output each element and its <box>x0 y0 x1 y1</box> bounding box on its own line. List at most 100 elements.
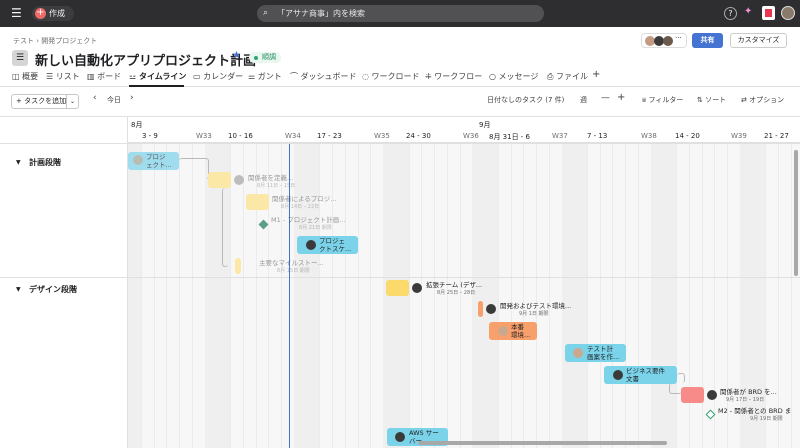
breadcrumb-item[interactable]: 開発プロジェクト <box>41 37 97 45</box>
task-bar[interactable] <box>208 172 231 188</box>
app-icon[interactable] <box>762 6 775 20</box>
task-bar[interactable] <box>386 280 409 296</box>
tab-messages[interactable]: ○ メッセージ <box>489 71 538 82</box>
zoom-select[interactable]: 週 <box>580 95 587 105</box>
tab-board[interactable]: ▥ ボード <box>87 71 121 82</box>
share-button[interactable]: 共有 <box>692 33 723 48</box>
task-label: 関係者を定義... <box>248 174 294 182</box>
timeline-area: ▼ 計画段階 ▼ デザイン段階 8月 9月 3 - 9 W33 10 - 16 … <box>0 116 800 448</box>
day-gridline <box>790 144 792 448</box>
hamburger-menu-icon[interactable]: ☰ <box>11 6 22 20</box>
day-gridline <box>408 144 410 448</box>
add-tab-icon[interactable]: + <box>592 69 600 80</box>
day-gridline <box>548 144 550 448</box>
options-button[interactable]: ⇄ オプション <box>741 95 784 105</box>
project-list-icon[interactable]: ☰ <box>12 50 28 66</box>
sort-button[interactable]: ⇅ ソート <box>697 95 726 105</box>
options-label: オプション <box>749 96 785 104</box>
section-planning[interactable]: 計画段階 <box>29 157 61 168</box>
unscheduled-tasks-button[interactable]: 日付なしのタスク (7 件) <box>487 95 564 105</box>
milestone-date: 8月 21日 期限 <box>299 225 332 231</box>
add-task-button[interactable]: + タスクを追加 ⌄ <box>11 94 79 109</box>
week-number: W33 <box>196 132 212 140</box>
task-bar[interactable] <box>246 194 269 210</box>
zoom-in-icon[interactable]: + <box>617 92 625 103</box>
task-bar[interactable] <box>235 258 241 274</box>
next-icon[interactable]: › <box>130 93 134 103</box>
tab-label: カレンダー <box>203 72 244 81</box>
section-design[interactable]: デザイン段階 <box>29 284 77 295</box>
timeline-icon: ⚍ <box>129 72 139 81</box>
tab-timeline[interactable]: ⚍ タイムライン <box>129 71 186 82</box>
gantt-icon: ⚌ <box>248 72 258 81</box>
collapse-icon[interactable]: ▼ <box>16 159 21 166</box>
horizontal-scrollbar[interactable] <box>418 441 667 445</box>
month-label: 9月 <box>479 121 491 129</box>
task-bar[interactable]: テスト計 画案を作... <box>565 344 626 362</box>
task-label: プロジェ クトスケ... <box>319 237 352 253</box>
help-icon[interactable]: ? <box>724 7 737 20</box>
timeline-canvas[interactable]: プロジ ェクト... 関係者を定義... 8月 11日 – 15日 関係者による… <box>128 144 800 448</box>
customize-button[interactable]: カスタマイズ <box>730 33 787 48</box>
task-date: 9月 1日 期限 <box>519 311 549 317</box>
tab-files[interactable]: ⎙ ファイル <box>547 71 588 82</box>
star-icon[interactable]: ★ <box>232 50 241 61</box>
task-bar[interactable]: ビジネス要件 文書 <box>604 366 677 384</box>
day-gridline <box>612 144 614 448</box>
tab-label: タイムライン <box>138 72 187 81</box>
milestone-diamond[interactable] <box>258 219 269 230</box>
week-number: W35 <box>374 132 390 140</box>
member-facepile[interactable]: ··· <box>641 33 687 48</box>
tab-label: リスト <box>55 72 80 81</box>
breadcrumb-separator: › <box>36 37 40 45</box>
task-bar[interactable]: 本番 環境... <box>489 322 537 340</box>
user-avatar[interactable] <box>781 6 795 20</box>
zoom-out-icon[interactable]: — <box>601 93 610 103</box>
chevron-down-icon[interactable]: ⌄ <box>219 52 226 61</box>
today-line <box>289 144 290 448</box>
tab-dashboard[interactable]: ⌒ ダッシュボード <box>290 71 357 82</box>
tab-overview[interactable]: ◫ 概要 <box>12 71 38 82</box>
dependency-line <box>222 188 228 267</box>
vertical-scrollbar[interactable] <box>794 150 798 276</box>
avatar <box>573 348 583 358</box>
today-button[interactable]: 今日 <box>107 95 121 105</box>
avatar <box>613 370 623 380</box>
weekend-shade <box>561 144 587 448</box>
day-gridline <box>332 144 334 448</box>
create-button[interactable]: + 作成 <box>32 6 74 21</box>
task-bar[interactable] <box>478 301 483 317</box>
status-badge[interactable]: 順調 <box>249 52 281 63</box>
tab-workload[interactable]: ◌ ワークロード <box>362 71 420 82</box>
avatar <box>133 155 143 165</box>
filter-button[interactable]: ⩸ フィルター <box>642 95 683 105</box>
task-date: 8月 11日 – 15日 <box>257 183 296 189</box>
task-bar[interactable] <box>681 387 704 403</box>
tab-workflow[interactable]: ⁜ ワークフロー <box>425 71 482 82</box>
tab-gantt[interactable]: ⚌ ガント <box>248 71 282 82</box>
day-gridline <box>370 144 372 448</box>
week-label: 10 - 16 <box>228 132 253 140</box>
collapse-icon[interactable]: ▼ <box>16 286 21 293</box>
task-bar[interactable]: プロジ ェクト... <box>128 152 179 170</box>
task-label: 関係者によるプロジ... <box>272 195 337 203</box>
search-input[interactable]: ⌕ 「アサナ商事」内を検索 <box>257 5 544 22</box>
month-label: 8月 <box>131 121 143 129</box>
ai-sparkle-icon[interactable]: ✦ <box>744 6 752 17</box>
task-label: 関係者が BRD を... <box>720 388 777 396</box>
week-number: W37 <box>552 132 568 140</box>
tab-list[interactable]: ☰ リスト <box>46 71 80 82</box>
breadcrumb-item[interactable]: テスト <box>13 37 34 45</box>
tab-label: ワークロード <box>371 72 420 81</box>
week-number: W39 <box>731 132 747 140</box>
share-label: 共有 <box>700 36 715 44</box>
task-label: 本番 環境... <box>511 323 531 339</box>
previous-icon[interactable]: ‹ <box>93 93 97 103</box>
avatar <box>412 283 422 293</box>
workflow-icon: ⁜ <box>425 72 435 81</box>
task-bar[interactable]: プロジェ クトスケ... <box>297 236 358 254</box>
task-label: 拡張チーム (デザ... <box>426 281 483 289</box>
tab-label: メッセージ <box>498 72 539 81</box>
tab-calendar[interactable]: ▭ カレンダー <box>193 71 243 82</box>
chevron-down-icon[interactable]: ⌄ <box>66 95 78 108</box>
